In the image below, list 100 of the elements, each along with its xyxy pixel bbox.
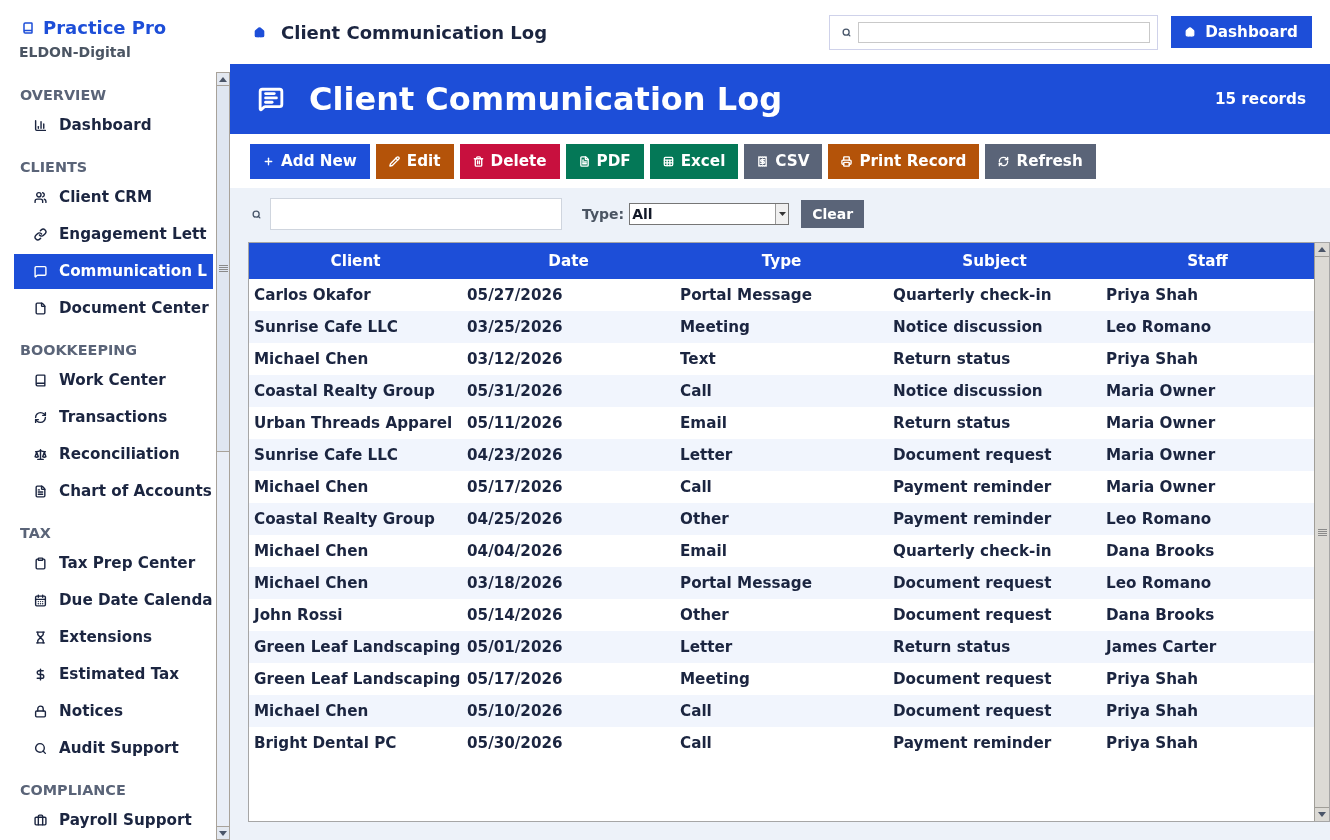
file-icon xyxy=(34,302,47,315)
table-cell-text: Document request xyxy=(893,572,1052,594)
table-cell-text: 04/23/2026 xyxy=(467,444,563,466)
nav-item[interactable]: Work Center xyxy=(14,363,213,398)
table-cell-text: Sunrise Cafe LLC xyxy=(254,444,398,466)
section-heading: TAX xyxy=(20,524,52,542)
table-cell-text: 05/27/2026 xyxy=(467,284,563,306)
nav-item[interactable]: Payroll Support xyxy=(14,803,213,838)
briefcase-icon xyxy=(34,814,47,827)
calendar-icon xyxy=(34,594,47,607)
nav-item[interactable]: Notices xyxy=(14,694,213,729)
house-icon xyxy=(254,26,265,38)
nav-item[interactable]: Chart of Accounts xyxy=(14,474,213,509)
caret-icon xyxy=(778,212,786,216)
scrollbar-thumb[interactable] xyxy=(217,86,229,452)
nav-item[interactable]: Tax Prep Center xyxy=(14,546,213,581)
nav-item[interactable]: Document Center xyxy=(14,291,213,326)
table-cell-text: Coastal Realty Group xyxy=(254,380,435,402)
toolbar-button[interactable]: Print Record xyxy=(828,144,980,179)
document-icon xyxy=(34,485,47,498)
table-cell-text: Return status xyxy=(893,412,1011,434)
table-cell-text: Payment reminder xyxy=(893,732,1052,754)
scroll-down-icon[interactable] xyxy=(219,830,227,836)
toolbar-button[interactable]: Refresh xyxy=(985,144,1096,179)
table-cell-text: Meeting xyxy=(680,316,750,338)
table-cell-text: Priya Shah xyxy=(1106,284,1199,306)
table-cell-text: James Carter xyxy=(1106,636,1217,658)
column-header[interactable]: Staff xyxy=(1101,243,1314,279)
chart-icon xyxy=(34,119,47,132)
column-header[interactable]: Client xyxy=(249,243,462,279)
scroll-up-icon[interactable] xyxy=(219,76,227,82)
toolbar-button[interactable]: PDF xyxy=(565,144,644,179)
table-cell-text: Portal Message xyxy=(680,572,812,594)
table-cell-text: Text xyxy=(680,348,716,370)
table-cell-text: Green Leaf Landscaping xyxy=(254,668,461,690)
nav-item[interactable]: Communication L xyxy=(14,254,213,289)
table-cell-text: Sunrise Cafe LLC xyxy=(254,316,398,338)
spreadsheet-icon xyxy=(662,156,674,167)
type-select[interactable]: All xyxy=(629,203,790,225)
nav-item[interactable]: Dashboard xyxy=(14,108,213,143)
banner-title: Client Communication Log xyxy=(309,79,783,120)
table-cell-text: Return status xyxy=(893,348,1011,370)
table-cell-text: Coastal Realty Group xyxy=(254,508,435,530)
lock-icon xyxy=(34,705,47,718)
plus-icon xyxy=(263,156,274,167)
scroll-down-icon[interactable] xyxy=(1318,812,1326,817)
nav-item[interactable]: Reconciliation xyxy=(14,437,213,472)
table-cell-text: 05/11/2026 xyxy=(467,412,563,434)
table-cell-text: 04/04/2026 xyxy=(467,540,563,562)
column-header[interactable]: Date xyxy=(462,243,675,279)
scrollbar[interactable] xyxy=(216,72,230,840)
search-field[interactable] xyxy=(858,21,1150,43)
nav-item[interactable]: Extensions xyxy=(14,620,213,655)
toolbar-button[interactable]: Add New xyxy=(250,144,370,179)
printer-icon xyxy=(841,156,853,167)
nav-item[interactable]: Client CRM xyxy=(14,180,213,215)
table-cell-text: Michael Chen xyxy=(254,700,369,722)
nav-item[interactable]: Due Date Calenda xyxy=(14,583,213,618)
refresh-icon xyxy=(998,156,1010,167)
refresh-icon xyxy=(34,411,47,424)
book-icon xyxy=(34,374,47,387)
table-cell-text: Call xyxy=(680,380,712,402)
dashboard-button[interactable]: Dashboard xyxy=(1171,16,1312,48)
nav-item[interactable]: Estimated Tax xyxy=(14,657,213,692)
table-cell-text: Green Leaf Landscaping xyxy=(254,636,461,658)
grip-icon xyxy=(1317,528,1327,536)
scroll-up-icon[interactable] xyxy=(1318,247,1326,252)
chat-icon xyxy=(34,265,47,278)
table-cell-text: Carlos Okafor xyxy=(254,284,371,306)
brand-title: Practice Pro xyxy=(43,17,167,39)
nav-item[interactable]: Audit Support xyxy=(14,731,213,766)
nav-item[interactable]: Transactions xyxy=(14,400,213,435)
table-cell-text: Dana Brooks xyxy=(1106,540,1215,562)
clear-button[interactable]: Clear xyxy=(801,200,865,228)
table-cell-text: Email xyxy=(680,412,727,434)
table-cell-text: Portal Message xyxy=(680,284,812,306)
search-icon xyxy=(842,27,851,37)
table-cell-text: Maria Owner xyxy=(1106,380,1216,402)
column-header[interactable]: Subject xyxy=(888,243,1101,279)
column-header[interactable]: Type xyxy=(675,243,888,279)
table-cell-text: Maria Owner xyxy=(1106,412,1216,434)
table-cell-text: 05/14/2026 xyxy=(467,604,563,626)
table-cell-text: Quarterly check-in xyxy=(893,540,1052,562)
toolbar-button[interactable]: Edit xyxy=(375,144,454,179)
toolbar-button[interactable]: Excel xyxy=(649,144,739,179)
table-cell-text: Leo Romano xyxy=(1106,508,1212,530)
search-field[interactable] xyxy=(270,198,562,230)
table-cell-text: Letter xyxy=(680,444,733,466)
table-cell-text: Leo Romano xyxy=(1106,316,1212,338)
book-icon xyxy=(22,22,34,34)
toolbar-button[interactable]: Delete xyxy=(459,144,560,179)
table-cell-text: Bright Dental PC xyxy=(254,732,397,754)
section-heading: OVERVIEW xyxy=(20,86,108,104)
table-cell-text: Return status xyxy=(893,636,1011,658)
table-cell-text: Priya Shah xyxy=(1106,668,1199,690)
table-cell-text: Payment reminder xyxy=(893,476,1052,498)
table-cell-text: Email xyxy=(680,540,727,562)
table-cell-text: Notice discussion xyxy=(893,316,1043,338)
nav-item[interactable]: Engagement Lett xyxy=(14,217,213,252)
toolbar-button[interactable]: CSV xyxy=(744,144,823,179)
